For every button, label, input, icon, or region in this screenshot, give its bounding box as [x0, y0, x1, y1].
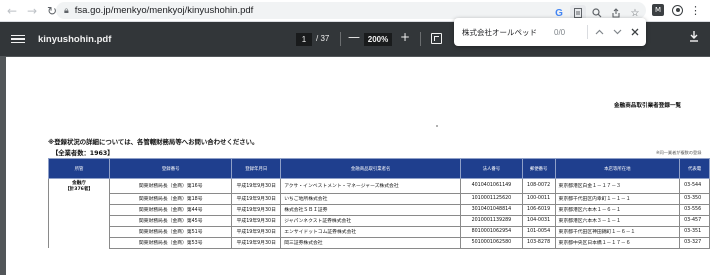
address: 東京都港区六本木１－６－１ — [554, 203, 681, 216]
table-row: 関東財務局長（金商）第18号 平成19年9月30日 いちご地所株式会社 1010… — [47, 192, 710, 205]
postal-code: 108-0072 — [521, 178, 556, 194]
find-close-icon[interactable] — [629, 25, 641, 39]
address: 東京都千代田区内幸町１－１－１ — [554, 192, 681, 205]
jurisdiction-cell — [47, 237, 111, 248]
column-header: 本店等所在地 — [554, 158, 681, 179]
address-bar[interactable]: 🔒︎ fsa.go.jp/menkyo/menkyoj/kinyushohin.… — [56, 2, 646, 21]
postal-code: 104-0031 — [521, 214, 556, 227]
toolbar-divider — [420, 32, 421, 46]
address: 東京都港区白金１－１７－３ — [554, 178, 681, 194]
table-row: 関東財務局長（金商）第53号 平成19年9月30日 岡三証券株式会社 50100… — [47, 236, 710, 249]
lock-icon[interactable]: 🔒︎ — [64, 6, 69, 16]
corporate-number: 4010401061149 — [460, 178, 523, 194]
registration-date: 平成19年9月30日 — [231, 192, 282, 205]
address: 東京都中央区日本橋１－１７－６ — [554, 236, 681, 249]
jurisdiction-cell — [47, 226, 111, 237]
zoom-out-button[interactable]: — — [348, 30, 360, 44]
phone: 03-351 — [679, 225, 710, 238]
column-header: 所管 — [47, 158, 111, 179]
back-arrow-icon[interactable]: ← — [4, 3, 20, 19]
column-header: 金融商品取引業者名 — [280, 158, 462, 179]
corporate-number: 5010001062580 — [460, 236, 523, 249]
address: 東京都千代田区神田錦町１－６－１ — [554, 225, 681, 238]
registration-date: 平成19年9月30日 — [231, 178, 282, 194]
url-text[interactable]: fsa.go.jp/menkyo/menkyoj/kinyushohin.pdf — [75, 5, 254, 16]
pdf-filename: kinyushohin.pdf — [38, 33, 112, 45]
registration-number: 関東財務局長（金商）第18号 — [109, 192, 233, 205]
corporate-number: 8010001062954 — [460, 225, 523, 238]
registration-number: 関東財務局長（金商）第53号 — [109, 236, 233, 249]
registry-table: 所管 登録番号 登録年月日 金融商品取引業者名 法人番号 郵便番号 本店等所在地… — [47, 158, 710, 249]
table-row: 金融庁 【計376者】 関東財務局長（金商）第16号 平成19年9月30日 アク… — [47, 178, 710, 194]
page-mark — [436, 125, 438, 127]
postal-code: 100-0011 — [521, 192, 556, 205]
postal-code: 106-6019 — [521, 203, 556, 216]
menu-icon[interactable] — [11, 34, 25, 44]
company-name: 岡三証券株式会社 — [280, 236, 462, 249]
extensions-area: M ⋮ — [652, 4, 701, 16]
download-icon[interactable] — [689, 31, 699, 45]
toolbar-divider — [340, 32, 341, 46]
address: 東京都港区六本木３－１－１ — [554, 214, 681, 227]
page-number-input[interactable]: 1 — [296, 33, 312, 46]
registration-date: 平成19年9月30日 — [231, 225, 282, 238]
find-input[interactable] — [462, 25, 548, 39]
registration-number: 関東財務局長（金商）第16号 — [109, 178, 233, 194]
registration-number: 関東財務局長（金商）第44号 — [109, 203, 233, 216]
jurisdiction-cell: 金融庁 【計376者】 — [47, 178, 111, 193]
extension-m-icon[interactable]: M — [652, 4, 664, 16]
find-in-page-bar: 0/0 — [454, 18, 646, 46]
fit-to-page-icon[interactable] — [431, 33, 442, 44]
find-previous-icon[interactable] — [594, 25, 606, 39]
record-icon[interactable] — [672, 4, 683, 16]
registration-number: 関東財務局長（金商）第45号 — [109, 214, 233, 227]
postal-code: 103-8278 — [521, 236, 556, 249]
corporate-number: 1010001125620 — [460, 192, 523, 205]
zoom-in-button[interactable]: + — [400, 30, 410, 44]
registration-date: 平成19年9月30日 — [231, 203, 282, 216]
corporate-number: 2010001139289 — [460, 214, 523, 227]
forward-arrow-icon[interactable]: → — [24, 3, 40, 19]
table-row: 関東財務局長（金商）第45号 平成19年9月30日 ジャパンネクスト証券株式会社… — [47, 214, 710, 227]
table-header-row: 所管 登録番号 登録年月日 金融商品取引業者名 法人番号 郵便番号 本店等所在地… — [47, 158, 710, 179]
find-next-icon[interactable] — [611, 25, 623, 39]
jurisdiction-cell — [47, 215, 111, 226]
table-row: 関東財務局長（金商）第51号 平成19年9月30日 エンサイドットコム証券株式会… — [47, 225, 710, 238]
corporate-number: 3010401048814 — [460, 203, 523, 216]
company-name: エンサイドットコム証券株式会社 — [280, 225, 462, 238]
notice-text: ※登録状況の詳細については、各管轄財務局等へお問い合わせください。 — [48, 138, 259, 146]
find-result-count: 0/0 — [554, 27, 566, 37]
company-name: いちご地所株式会社 — [280, 192, 462, 205]
page-total: / 37 — [316, 34, 330, 43]
column-header: 登録年月日 — [231, 158, 282, 179]
jurisdiction-cell — [47, 204, 111, 215]
phone: 03-350 — [679, 192, 710, 205]
table-row: 関東財務局長（金商）第44号 平成19年9月30日 株式会社ＳＢＩ証券 3010… — [47, 203, 710, 216]
find-divider — [586, 25, 588, 39]
column-header: 法人番号 — [460, 158, 523, 179]
column-header: 登録番号 — [109, 158, 233, 179]
registration-date: 平成19年9月30日 — [231, 236, 282, 249]
company-name: 株式会社ＳＢＩ証券 — [280, 203, 462, 216]
company-name: ジャパンネクスト証券株式会社 — [280, 214, 462, 227]
phone: 03-457 — [679, 214, 710, 227]
column-header: 郵便番号 — [521, 158, 556, 179]
phone: 03-544 — [679, 178, 710, 194]
more-icon[interactable]: ⋮ — [690, 5, 701, 16]
note-text: ※同一業者が複数の登録 — [656, 150, 702, 155]
company-name: アクサ・インベストメント・マネージャーズ株式会社 — [280, 178, 462, 194]
postal-code: 101-0054 — [521, 225, 556, 238]
phone: 03-327 — [679, 236, 710, 249]
registration-date: 平成19年9月30日 — [231, 214, 282, 227]
document-title: 金融商品取引業者登録一覧 — [614, 103, 682, 109]
registration-number: 関東財務局長（金商）第51号 — [109, 225, 233, 238]
column-header: 代表電 — [679, 158, 710, 179]
pdf-page: 金融商品取引業者登録一覧 ※登録状況の詳細については、各管轄財務局等へお問い合わ… — [6, 57, 710, 275]
zoom-level-input[interactable]: 200% — [364, 33, 392, 46]
phone: 03-556 — [679, 203, 710, 216]
jurisdiction-cell — [47, 193, 111, 204]
total-count: 【全業者数：1963】 — [52, 150, 114, 157]
